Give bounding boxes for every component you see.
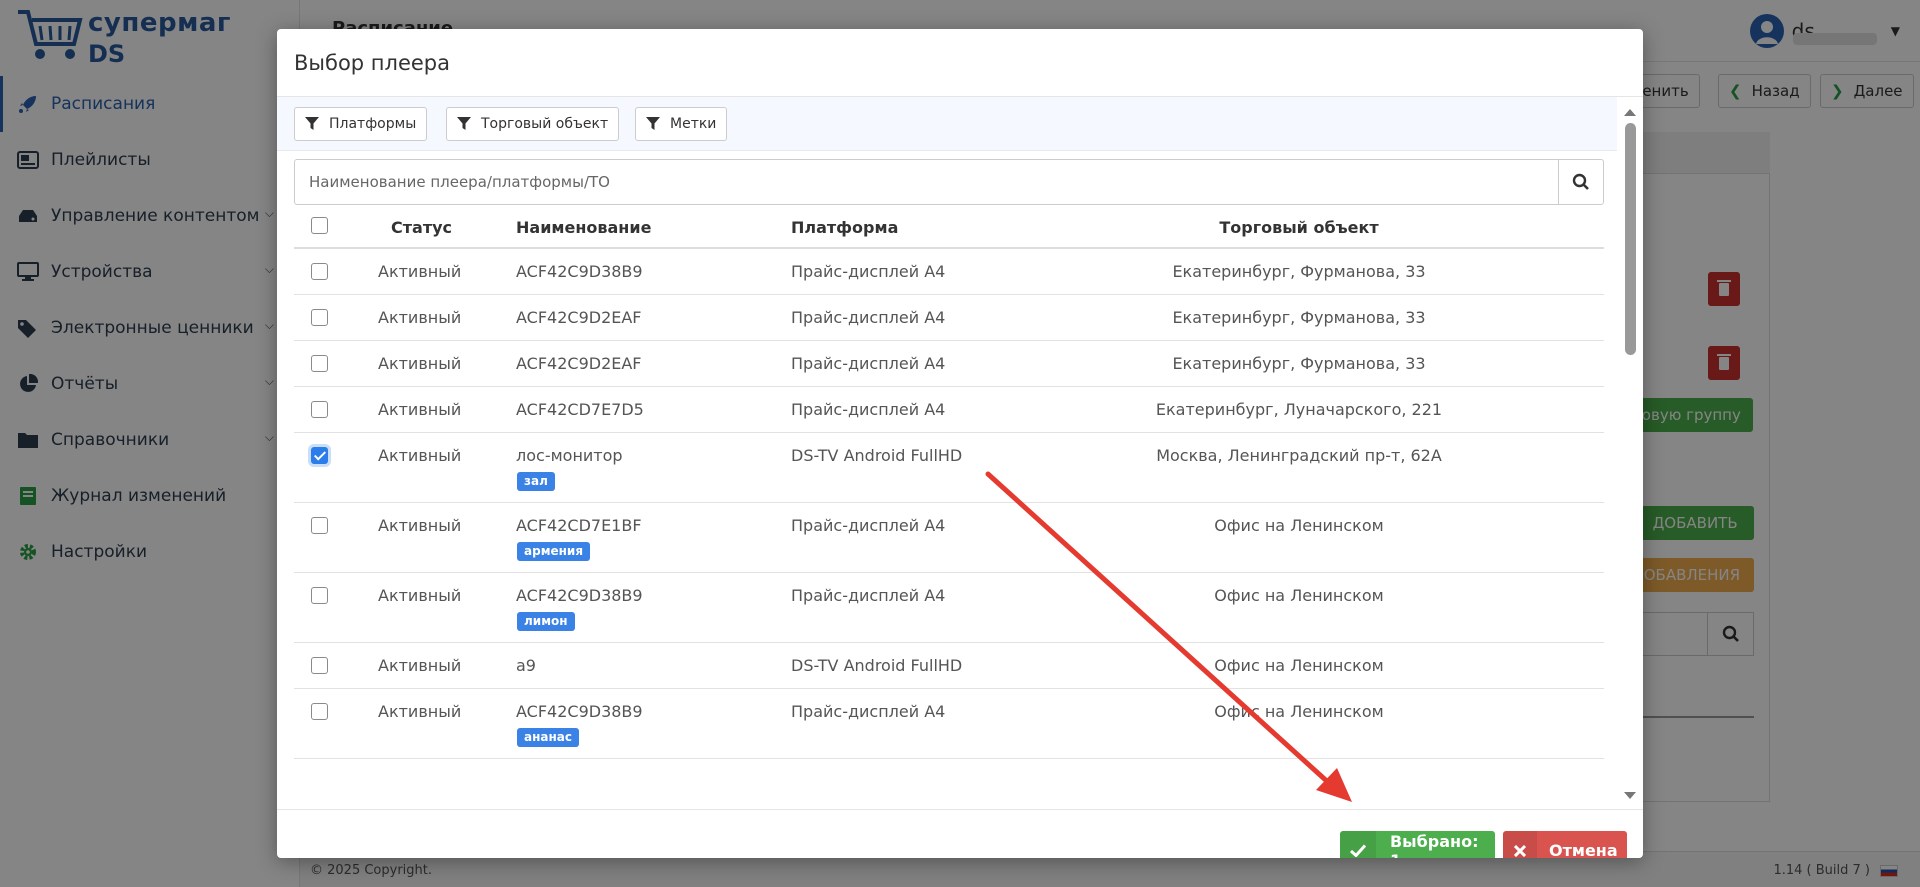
table-row[interactable]: Активный ACF42C9D38B9 Прайс-дисплей А4 Екат…	[294, 249, 1604, 295]
row-name: ACF42C9D2EAF	[516, 354, 642, 373]
search-icon	[1572, 173, 1589, 190]
row-status: Активный	[378, 656, 462, 675]
row-name: a9	[516, 656, 536, 675]
row-platform: DS-TV Android FullHD	[791, 446, 963, 465]
close-icon	[1503, 831, 1537, 858]
row-tag-badge: армения	[517, 542, 591, 561]
filter-store-label: Торговый объект	[481, 116, 609, 132]
filter-icon	[457, 117, 471, 130]
row-checkbox[interactable]	[311, 355, 328, 372]
row-store: Екатеринбург, Фурманова, 33	[1172, 262, 1426, 281]
row-tag-badge: лимон	[517, 612, 575, 631]
table-row[interactable]: Активный лос-монитор зал DS-TV Android Full…	[294, 433, 1604, 503]
table-row[interactable]: Активный ACF42CD7E7D5 Прайс-дисплей А4 Екат…	[294, 387, 1604, 433]
row-checkbox[interactable]	[311, 587, 328, 604]
row-tag-badge: зал	[517, 472, 555, 491]
row-name: ACF42C9D2EAF	[516, 308, 642, 327]
row-name: ACF42CD7E7D5	[516, 400, 644, 419]
search-button[interactable]	[1558, 160, 1603, 204]
filter-tags-button[interactable]: Метки	[635, 107, 728, 141]
filter-tags-label: Метки	[670, 116, 717, 132]
row-platform: Прайс-дисплей А4	[791, 516, 946, 535]
row-status: Активный	[378, 702, 462, 721]
row-checkbox[interactable]	[311, 517, 328, 534]
row-status: Активный	[378, 400, 462, 419]
column-store: Торговый объект	[1219, 218, 1379, 237]
table-row[interactable]: Активный ACF42C9D38B9 ананас Прайс-дисплей …	[294, 689, 1604, 759]
filter-platforms-label: Платформы	[329, 116, 417, 132]
search-input[interactable]	[295, 160, 1559, 204]
row-store: Офис на Ленинском	[1214, 516, 1384, 535]
table-row[interactable]: Активный a9 DS-TV Android FullHD Офис на Ле…	[294, 643, 1604, 689]
scroll-down-arrow-icon[interactable]	[1624, 792, 1636, 799]
modal-footer: Выбрано: 1 Отмена	[277, 809, 1643, 858]
row-store: Москва, Ленинградский пр-т, 62А	[1156, 446, 1442, 465]
row-status: Активный	[378, 354, 462, 373]
row-platform: Прайс-дисплей А4	[791, 400, 946, 419]
row-status: Активный	[378, 586, 462, 605]
row-store: Офис на Ленинском	[1214, 656, 1384, 675]
row-status: Активный	[378, 262, 462, 281]
row-checkbox[interactable]	[311, 447, 328, 464]
row-name: лос-монитор	[516, 446, 623, 465]
select-all-checkbox[interactable]	[311, 217, 328, 234]
modal-scrollbar[interactable]	[1617, 97, 1643, 809]
table-body: Активный ACF42C9D38B9 Прайс-дисплей А4 Екат…	[294, 249, 1604, 759]
table-row[interactable]: Активный ACF42C9D2EAF Прайс-дисплей А4 Екат…	[294, 341, 1604, 387]
players-table: Статус Наименование Платформа Торговый о…	[294, 207, 1604, 759]
row-store: Екатеринбург, Луначарского, 221	[1155, 400, 1443, 419]
modal-body: Платформы Торговый объект Метки Статус Н…	[277, 97, 1643, 809]
row-tag-badge: ананас	[517, 728, 579, 747]
cancel-label: Отмена	[1549, 841, 1618, 858]
cancel-button[interactable]: Отмена	[1503, 831, 1627, 858]
filter-store-button[interactable]: Торговый объект	[446, 107, 620, 141]
row-platform: Прайс-дисплей А4	[791, 702, 946, 721]
row-checkbox[interactable]	[311, 657, 328, 674]
confirm-selection-label: Выбрано: 1	[1389, 831, 1479, 859]
row-name: ACF42CD7E1BF	[516, 516, 642, 535]
row-platform: Прайс-дисплей А4	[791, 586, 946, 605]
row-platform: DS-TV Android FullHD	[791, 656, 963, 675]
row-name: ACF42C9D38B9	[516, 586, 643, 605]
confirm-selection-button[interactable]: Выбрано: 1	[1340, 831, 1495, 858]
row-store: Офис на Ленинском	[1214, 586, 1384, 605]
filter-bar: Платформы Торговый объект Метки	[277, 97, 1617, 151]
row-store: Офис на Ленинском	[1214, 702, 1384, 721]
check-icon	[1340, 831, 1376, 858]
filter-platforms-button[interactable]: Платформы	[294, 107, 428, 141]
row-platform: Прайс-дисплей А4	[791, 262, 946, 281]
row-status: Активный	[378, 308, 462, 327]
column-platform: Платформа	[791, 218, 899, 237]
row-checkbox[interactable]	[311, 263, 328, 280]
filter-icon	[305, 117, 319, 130]
filter-icon	[646, 117, 660, 130]
row-checkbox[interactable]	[311, 703, 328, 720]
table-row[interactable]: Активный ACF42CD7E1BF армения Прайс-дисплей…	[294, 503, 1604, 573]
column-name: Наименование	[516, 218, 652, 237]
modal-header: Выбор плеера	[277, 29, 1643, 97]
row-name: ACF42C9D38B9	[516, 262, 643, 281]
row-status: Активный	[378, 516, 462, 535]
row-platform: Прайс-дисплей А4	[791, 308, 946, 327]
table-row[interactable]: Активный ACF42C9D2EAF Прайс-дисплей А4 Екат…	[294, 295, 1604, 341]
scrollbar-thumb[interactable]	[1625, 123, 1636, 355]
row-store: Екатеринбург, Фурманова, 33	[1172, 308, 1426, 327]
player-select-modal: Выбор плеера Платформы Торговый объект М…	[277, 29, 1643, 858]
scroll-up-arrow-icon[interactable]	[1624, 109, 1636, 116]
row-status: Активный	[378, 446, 462, 465]
modal-title: Выбор плеера	[294, 51, 450, 75]
table-header: Статус Наименование Платформа Торговый о…	[294, 207, 1604, 249]
row-platform: Прайс-дисплей А4	[791, 354, 946, 373]
row-store: Екатеринбург, Фурманова, 33	[1172, 354, 1426, 373]
row-name: ACF42C9D38B9	[516, 702, 643, 721]
row-checkbox[interactable]	[311, 309, 328, 326]
table-row[interactable]: Активный ACF42C9D38B9 лимон Прайс-дисплей А…	[294, 573, 1604, 643]
player-search	[294, 159, 1604, 205]
row-checkbox[interactable]	[311, 401, 328, 418]
column-status: Статус	[391, 218, 452, 237]
